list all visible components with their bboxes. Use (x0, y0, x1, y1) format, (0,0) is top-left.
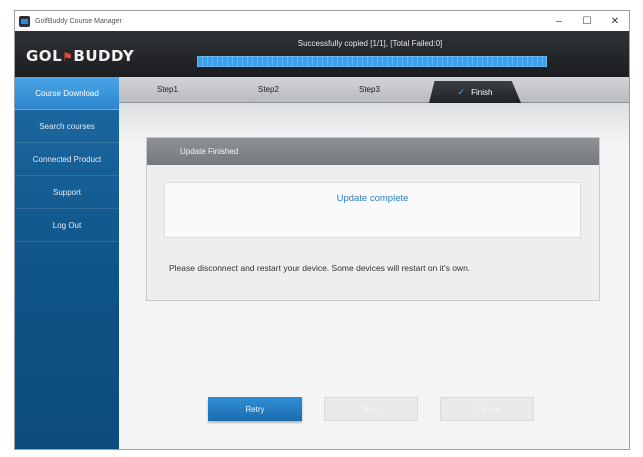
sidebar-item-log-out[interactable]: Log Out (15, 209, 119, 242)
update-complete-message: Update complete (336, 193, 409, 204)
copy-progress-bar (197, 56, 547, 67)
tab-finish-label: Finish (471, 88, 493, 97)
window-title: GolfBuddy Course Manager (35, 17, 122, 25)
step-tabs: Step1 Step2 Step3 ✓ Finish (119, 77, 629, 103)
sidebar-item-support[interactable]: Support (15, 176, 119, 209)
sidebar-item-connected-product[interactable]: Connected Product (15, 143, 119, 176)
next-button[interactable]: Next (324, 397, 418, 421)
sidebar: Course Download Search courses Connected… (15, 77, 125, 449)
check-icon: ✓ (457, 87, 466, 97)
message-box: Update complete (164, 182, 581, 238)
update-panel: Update Finished Update complete Please d… (146, 137, 600, 301)
tab-finish: ✓ Finish (429, 81, 521, 103)
title-bar: GolfBuddy Course Manager – ☐ ✕ (15, 11, 629, 31)
retry-button[interactable]: Retry (208, 397, 302, 421)
copy-status-text: Successfully copied [1/1], [Total Failed… (297, 39, 443, 48)
panel-title: Update Finished (147, 138, 599, 165)
progress-fill (198, 57, 546, 66)
sidebar-item-course-download[interactable]: Course Download (15, 77, 125, 110)
minimize-icon[interactable]: – (545, 11, 573, 31)
window-controls: – ☐ ✕ (545, 11, 629, 31)
tab-step1: Step1 (157, 85, 178, 94)
close-icon[interactable]: ✕ (601, 11, 629, 31)
app-window: GolfBuddy Course Manager – ☐ ✕ GOL⚑BUDDY… (14, 10, 630, 450)
cancel-button[interactable]: Cancel (440, 397, 534, 421)
tab-step2: Step2 (258, 85, 279, 94)
maximize-icon[interactable]: ☐ (573, 11, 601, 31)
app-icon (19, 15, 30, 27)
flag-icon: ⚑ (62, 50, 74, 64)
tab-step3: Step3 (359, 85, 380, 94)
sidebar-item-search-courses[interactable]: Search courses (15, 110, 119, 143)
main-content: Update Finished Update complete Please d… (119, 103, 629, 449)
golfbuddy-logo: GOL⚑BUDDY (26, 47, 135, 65)
header: GOL⚑BUDDY Successfully copied [1/1], [To… (15, 31, 629, 77)
restart-instructions: Please disconnect and restart your devic… (169, 263, 471, 273)
